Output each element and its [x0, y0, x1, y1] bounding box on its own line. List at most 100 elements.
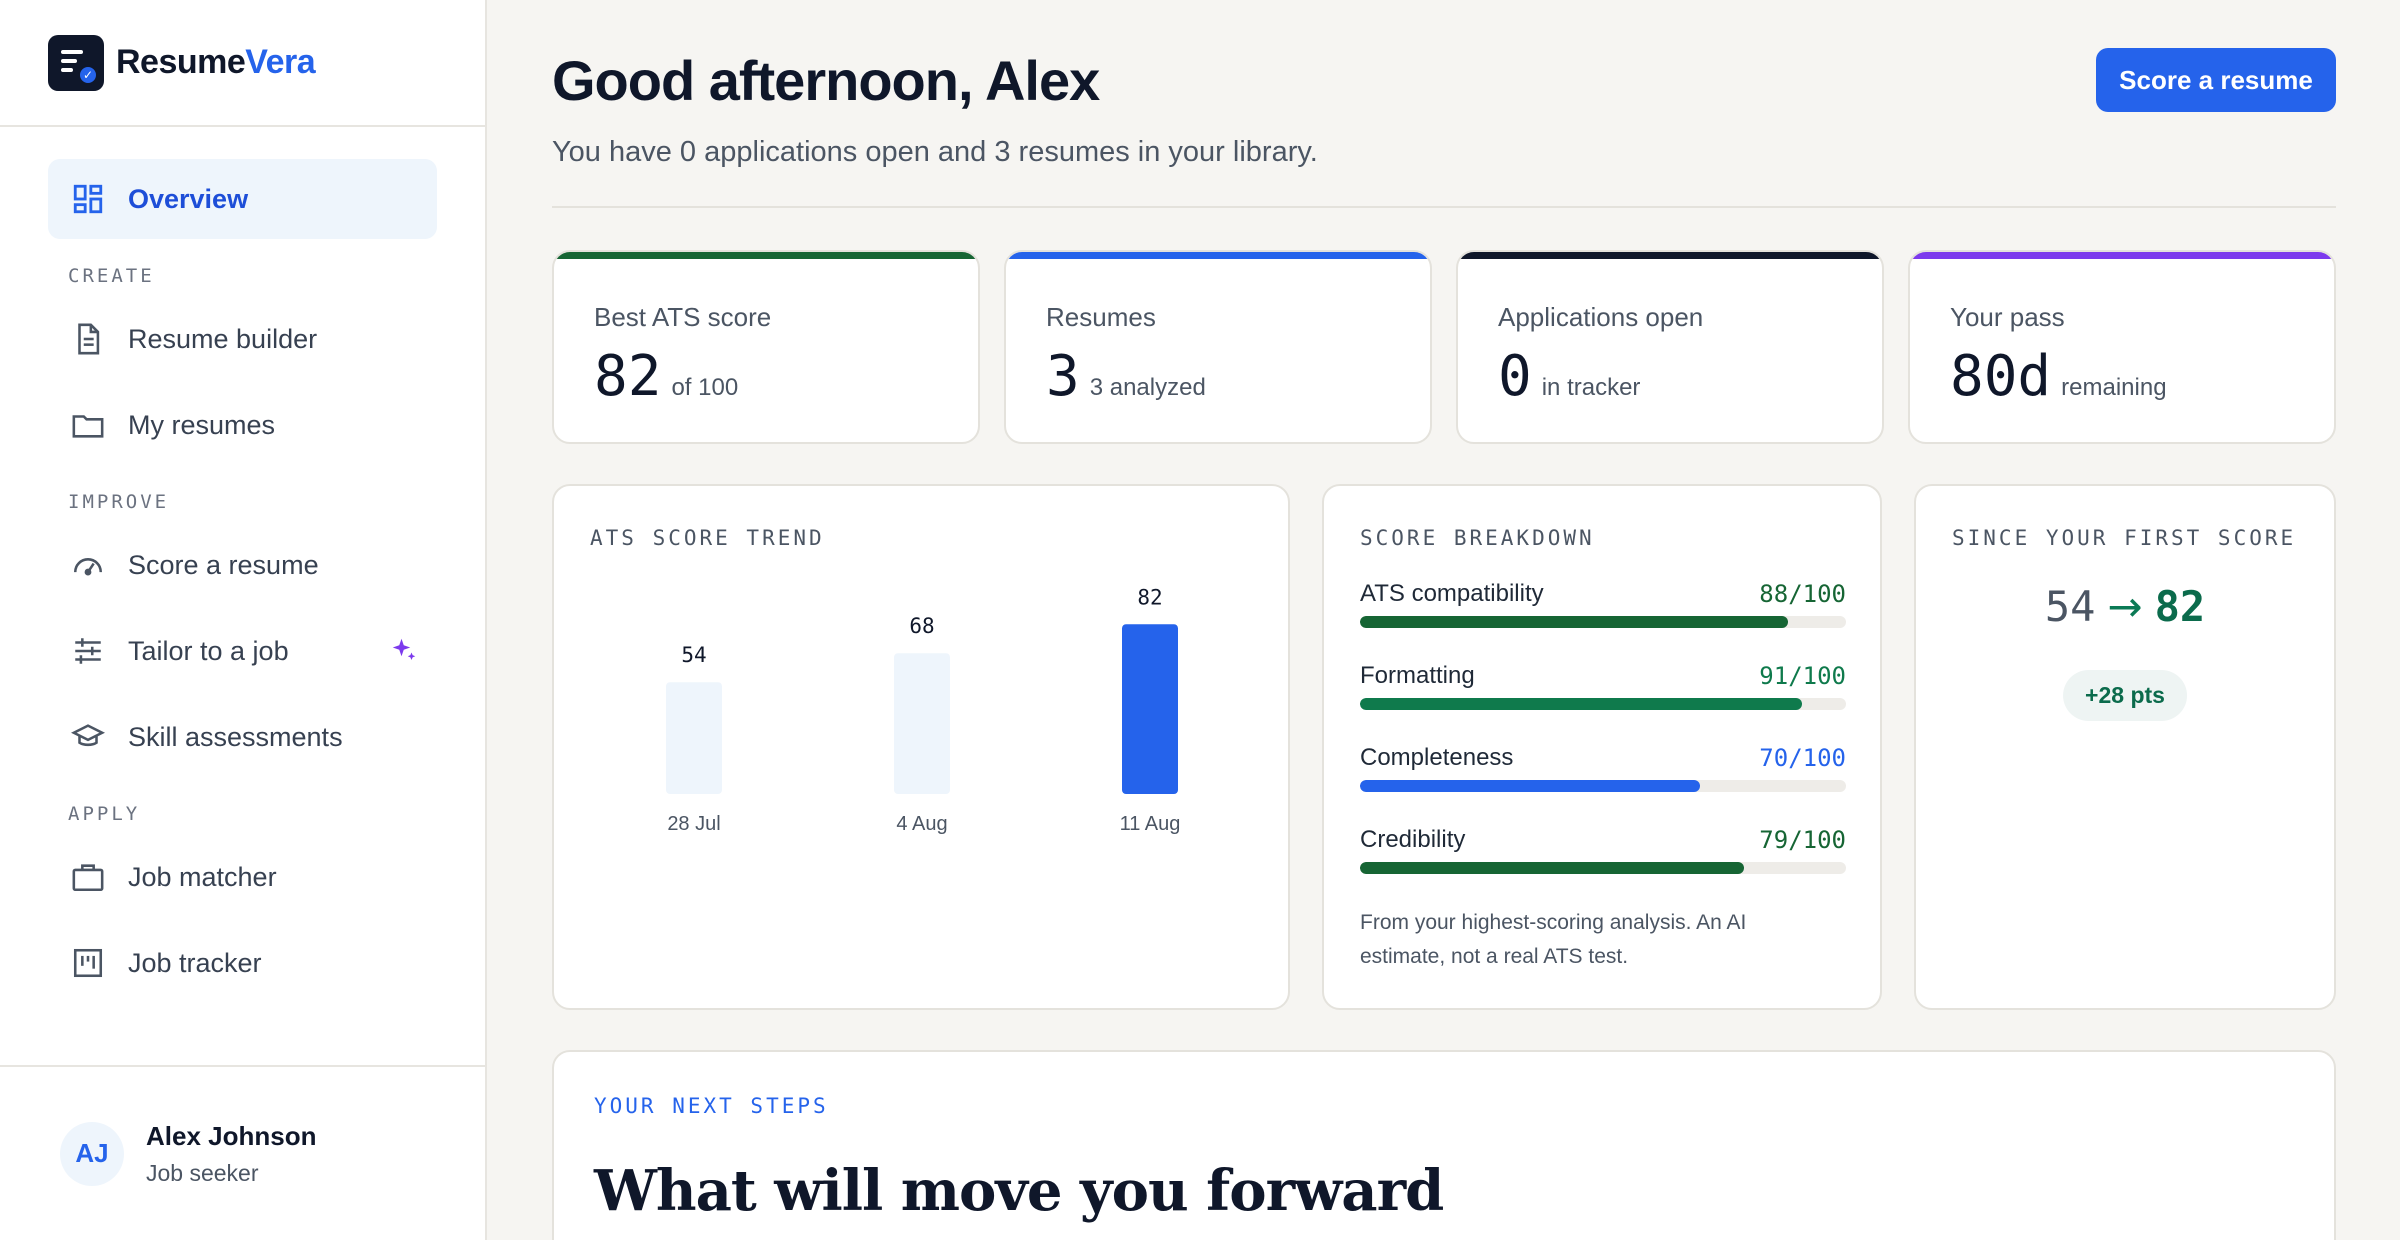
ats-score-trend-card: ATS SCORE TREND 54 28 Jul 68 4 Aug 82 11 Aug [552, 484, 1290, 1010]
page-header: Good afternoon, Alex You have 0 applicat… [552, 0, 2336, 208]
breakdown-value: 70/100 [1759, 744, 1846, 772]
breakdown-track [1360, 780, 1846, 792]
stat-value: 80d [1950, 344, 2052, 409]
document-icon [70, 321, 106, 357]
user-profile[interactable]: AJ Alex Johnson Job seeker [0, 1065, 485, 1240]
breakdown-fill [1360, 616, 1788, 628]
trend-bar-28-jul [666, 682, 722, 794]
sidebar-item-resume-builder[interactable]: Resume builder [48, 299, 437, 379]
page-subtitle: You have 0 applications open and 3 resum… [552, 136, 1318, 168]
stat-label: Applications open [1498, 302, 1704, 332]
trend-bar-11-aug [1122, 624, 1178, 794]
stat-label: Best ATS score [594, 302, 772, 332]
sidebar-item-label: Resume builder [128, 323, 318, 354]
stat-value: 82 [594, 344, 662, 409]
trend-category-label: 11 Aug [1120, 813, 1181, 835]
next-steps-headline: What will move you forward [594, 1158, 1444, 1224]
breakdown-label: ATS compatibility [1360, 580, 1544, 607]
stat-accent-bar [1006, 252, 1430, 259]
sidebar-item-my-resumes[interactable]: My resumes [48, 385, 437, 465]
stat-accent-bar [554, 252, 978, 259]
sparkle-icon [392, 638, 416, 660]
breakdown-value: 79/100 [1759, 826, 1846, 854]
sidebar-item-label: Job tracker [128, 947, 262, 978]
breakdown-fill [1360, 780, 1701, 792]
gauge-icon [70, 547, 106, 583]
sidebar-item-label: Overview [128, 183, 249, 214]
score-resume-button[interactable]: Score a resume [2096, 48, 2336, 112]
breakdown-footnote: From your highest-scoring analysis. An A… [1360, 911, 1747, 968]
breakdown-label: Credibility [1360, 826, 1466, 853]
arrow-right-icon: → [2107, 582, 2143, 631]
brand-logo-icon: ✓ [48, 34, 104, 91]
next-steps-kicker: YOUR NEXT STEPS [594, 1094, 829, 1118]
sidebar-item-tailor-job[interactable]: Tailor to a job [48, 611, 437, 691]
sidebar-nav: Overview CREATE Resume builder My resume… [0, 127, 485, 1003]
sidebar: ✓ ResumeVera Overview CREATE Resume buil… [0, 0, 487, 1240]
trend-category-label: 4 Aug [896, 813, 947, 835]
sidebar-item-label: Skill assessments [128, 721, 343, 752]
breakdown-value: 88/100 [1759, 580, 1846, 608]
breakdown-track [1360, 698, 1846, 710]
kanban-icon [70, 945, 106, 981]
trend-value-label: 82 [1137, 585, 1162, 609]
since-first-score-card: SINCE YOUR FIRST SCORE 54 → 82 +28 pts [1914, 484, 2336, 1010]
stat-card-resumes: Resumes 3 3 analyzed [1004, 250, 1432, 444]
trend-category-label: 28 Jul [667, 813, 720, 835]
user-name: Alex Johnson [146, 1120, 317, 1151]
breakdown-fill [1360, 698, 1803, 710]
graduation-cap-icon [70, 719, 106, 755]
breakdown-track [1360, 862, 1846, 874]
trend-value-label: 68 [909, 614, 934, 638]
stat-card-best-ats: Best ATS score 82 of 100 [552, 250, 980, 444]
brand-name: ResumeVera [116, 43, 316, 82]
stat-label: Resumes [1046, 302, 1156, 332]
brand[interactable]: ✓ ResumeVera [0, 0, 485, 127]
score-delta-badge: +28 pts [2063, 670, 2187, 721]
avatar: AJ [60, 1121, 124, 1186]
trend-bar-4-aug [894, 653, 950, 794]
sidebar-item-job-tracker[interactable]: Job tracker [48, 923, 437, 1003]
sidebar-item-label: Score a resume [128, 549, 319, 580]
sidebar-item-job-matcher[interactable]: Job matcher [48, 837, 437, 917]
breakdown-track [1360, 616, 1846, 628]
current-score: 82 [2154, 582, 2206, 631]
sidebar-item-skill-assessments[interactable]: Skill assessments [48, 697, 437, 777]
breakdown-label: Formatting [1360, 662, 1475, 689]
sidebar-item-overview[interactable]: Overview [48, 159, 437, 239]
page-title: Good afternoon, Alex [552, 49, 1100, 112]
brand-name-part1: Resume [116, 43, 246, 81]
ats-score-trend-chart: 54 28 Jul 68 4 Aug 82 11 Aug [666, 585, 1181, 835]
next-steps-card: YOUR NEXT STEPS What will move you forwa… [552, 1050, 2336, 1240]
breakdown-fill [1360, 862, 1744, 874]
sidebar-item-label: My resumes [128, 409, 276, 440]
score-change: 54 → 82 [1916, 582, 2334, 631]
card-title: SINCE YOUR FIRST SCORE [1952, 526, 2297, 550]
trend-value-label: 54 [681, 643, 706, 667]
stat-unit: 3 analyzed [1089, 374, 1206, 401]
main-content: Good afternoon, Alex You have 0 applicat… [552, 0, 2336, 1240]
stats-row: Best ATS score 82 of 100 Resumes 3 3 analy… [552, 250, 2336, 444]
nav-section-create: CREATE [68, 265, 155, 287]
stat-unit: of 100 [671, 374, 739, 401]
sliders-icon [70, 633, 106, 669]
score-breakdown-card: SCORE BREAKDOWN ATS compatibility 88/100… [1322, 484, 1882, 1010]
stat-value: 0 [1498, 344, 1532, 409]
stat-unit: in tracker [1541, 374, 1641, 401]
sidebar-item-label: Tailor to a job [128, 635, 289, 666]
first-score: 54 [2044, 582, 2096, 631]
card-title: SCORE BREAKDOWN [1360, 526, 1595, 550]
user-role: Job seeker [146, 1159, 259, 1186]
stat-card-applications: Applications open 0 in tracker [1456, 250, 1884, 444]
breakdown-label: Completeness [1360, 744, 1514, 771]
breakdown-value: 91/100 [1759, 662, 1846, 690]
briefcase-icon [70, 859, 106, 895]
sidebar-item-score-resume[interactable]: Score a resume [48, 525, 437, 605]
stat-accent-bar [1458, 252, 1882, 259]
nav-section-apply: APPLY [68, 803, 141, 825]
dashboard-icon [70, 181, 106, 217]
stat-unit: remaining [2061, 374, 2167, 401]
stat-accent-bar [1910, 252, 2334, 259]
folder-icon [70, 407, 106, 443]
sidebar-item-label: Job matcher [128, 861, 277, 892]
